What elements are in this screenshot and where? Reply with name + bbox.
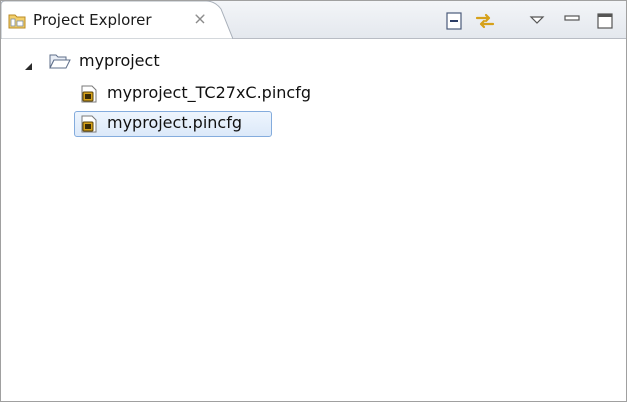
- tree-node-myproject[interactable]: myproject: [1, 50, 401, 74]
- project-explorer-icon: [8, 12, 28, 30]
- close-icon[interactable]: [193, 12, 207, 26]
- project-explorer-view: Project Explorer myproject myproject_TC2…: [0, 0, 627, 402]
- tab-title: Project Explorer: [33, 11, 152, 29]
- project-tree: myproject myproject_TC27xC.pincfg myproj…: [1, 40, 626, 401]
- tree-node-label: myproject.pincfg: [107, 113, 242, 132]
- tree-node-label: myproject_TC27xC.pincfg: [107, 83, 312, 102]
- pincfg-file-icon: [79, 114, 99, 134]
- tree-node-pincfg-tc27xc[interactable]: myproject_TC27xC.pincfg: [1, 82, 401, 106]
- pincfg-file-icon: [79, 84, 99, 104]
- tree-node-label: myproject: [79, 51, 160, 70]
- minimize-icon[interactable]: [561, 10, 583, 32]
- tree-node-pincfg-selected[interactable]: myproject.pincfg: [1, 112, 401, 136]
- folder-open-icon: [49, 51, 71, 71]
- view-menu-chevron-down-icon[interactable]: [526, 10, 548, 32]
- view-tab-bar: Project Explorer: [1, 1, 626, 39]
- expand-toggle-icon[interactable]: [24, 57, 34, 70]
- maximize-icon[interactable]: [594, 10, 616, 32]
- collapse-all-icon[interactable]: [443, 10, 465, 32]
- link-with-editor-icon[interactable]: [474, 10, 496, 32]
- tab-project-explorer[interactable]: Project Explorer: [1, 1, 233, 39]
